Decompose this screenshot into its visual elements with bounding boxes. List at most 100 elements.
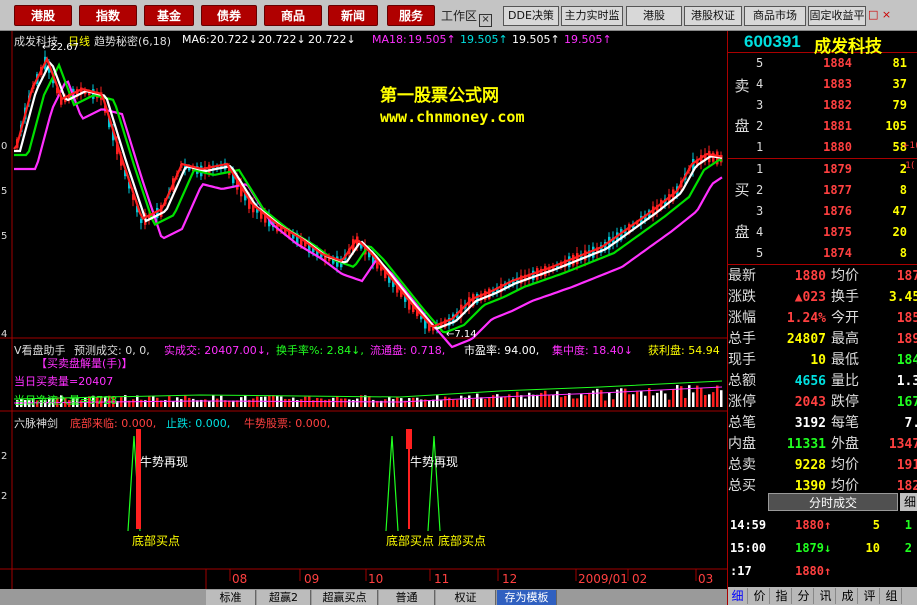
sell-side-label: 卖 bbox=[734, 77, 750, 95]
ma6-value-2: 20.722↓ bbox=[258, 33, 306, 46]
volume-bar bbox=[488, 397, 491, 407]
tab-price[interactable]: 价 bbox=[750, 588, 770, 604]
tab-standard[interactable]: 标准 bbox=[206, 590, 256, 605]
volume-bar bbox=[568, 393, 571, 407]
nav-button-news[interactable]: 新闻 bbox=[328, 5, 378, 26]
price: 1880 bbox=[823, 140, 852, 154]
stat-value: 1872 bbox=[896, 269, 917, 284]
signal-bar bbox=[406, 429, 412, 449]
stat-label: 涨跌 bbox=[728, 289, 756, 305]
buy-row-4[interactable]: 4 1875 20 bbox=[752, 222, 917, 243]
candle-body bbox=[584, 250, 587, 261]
quote-panel: 600391 成发科技 卖 盘 5 1884 81 4 1883 37 3 1882 79 … bbox=[727, 31, 917, 605]
nav-button-dde[interactable]: DDE决策 bbox=[503, 6, 559, 26]
volume-bar bbox=[588, 392, 591, 407]
tab-warrant[interactable]: 权证 bbox=[436, 590, 496, 605]
nav-button-fixed-income[interactable]: 固定收益平 bbox=[808, 6, 866, 26]
volume-bar bbox=[180, 399, 183, 407]
tab-trade[interactable]: 成 bbox=[838, 588, 858, 604]
tab-chaoying2[interactable]: 超赢2 bbox=[257, 590, 311, 605]
workzone-close-icon[interactable]: × bbox=[479, 14, 493, 27]
signal-spike bbox=[427, 435, 441, 532]
buy-row-3[interactable]: 3 1876 47 bbox=[752, 201, 917, 222]
nav-button-hk-stocks[interactable]: 港股 bbox=[14, 5, 72, 26]
vol-pe-label: 市盈率: 94.00, bbox=[464, 344, 540, 357]
volume-bar bbox=[140, 399, 143, 407]
tab-group[interactable]: 组 bbox=[882, 588, 902, 604]
volume-bar bbox=[372, 399, 375, 407]
candle-body bbox=[488, 288, 491, 299]
kline-chart[interactable] bbox=[0, 31, 727, 589]
tab-tick-detail[interactable]: 细 bbox=[900, 493, 917, 511]
tab-chaoying-buy[interactable]: 超赢买点 bbox=[312, 590, 378, 605]
volume-bar bbox=[156, 397, 159, 407]
ma18-label: MA18: bbox=[372, 33, 407, 46]
buy-row-5[interactable]: 5 1874 8 bbox=[752, 243, 917, 264]
workzone-toggle[interactable]: 工作区 × bbox=[441, 6, 499, 27]
sell-row-2[interactable]: 2 1881 105 bbox=[752, 116, 917, 137]
tab-index[interactable]: 指 bbox=[772, 588, 792, 604]
volume-ma-line bbox=[13, 380, 723, 400]
buy-row-2[interactable]: 2 1877 8 bbox=[752, 180, 917, 201]
nav-button-bonds[interactable]: 债券 bbox=[201, 5, 257, 26]
tab-tick-trades[interactable]: 分时成交 bbox=[768, 493, 898, 511]
axis-tick: 0 bbox=[1, 141, 8, 152]
stat-row: 涨跌 ▲023 换手 3.45% bbox=[728, 287, 917, 308]
nav-button-services[interactable]: 服务 bbox=[387, 5, 435, 26]
tab-normal[interactable]: 普通 bbox=[379, 590, 435, 605]
tab-detail[interactable]: 细 bbox=[728, 588, 748, 604]
volume-bar bbox=[544, 390, 547, 407]
high-price-label: ←22.67 bbox=[42, 42, 80, 53]
chart-area[interactable]: 成发科技 日线 趋势秘密(6,18) MA6: 20.722↓ 20.722↓ … bbox=[0, 31, 727, 589]
vol-profit-label: 获利盘: 54.94 bbox=[648, 344, 720, 357]
stat-row: 总笔 3192 每笔 7.8 bbox=[728, 413, 917, 434]
volume: 105 bbox=[885, 119, 907, 133]
nav-button-commodity-market[interactable]: 商品市场 bbox=[744, 6, 806, 26]
buy-row-1[interactable]: 1 1879 2 bbox=[752, 159, 917, 180]
volume-bar bbox=[468, 395, 471, 407]
tab-save-template[interactable]: 存为模板 bbox=[497, 590, 557, 605]
volume-bar bbox=[320, 398, 323, 407]
stat-row: 总卖 9228 均价 1915 bbox=[728, 455, 917, 476]
sell-row-3[interactable]: 3 1882 79 bbox=[752, 95, 917, 116]
ma-green-line bbox=[14, 62, 723, 334]
volume-bar bbox=[460, 395, 463, 407]
volume-bar bbox=[260, 396, 263, 407]
level: 2 bbox=[756, 183, 764, 197]
signal-bottom-3: 底部买点 bbox=[438, 534, 487, 548]
volume: 2 bbox=[899, 162, 907, 176]
vol-float-label: 流通盘: 0.718, bbox=[370, 344, 446, 357]
time-axis-label: 2009/01 bbox=[578, 572, 628, 586]
tab-minute[interactable]: 分 bbox=[794, 588, 814, 604]
volume-bar bbox=[528, 392, 531, 407]
volume-bar bbox=[240, 397, 243, 407]
nav-button-funds[interactable]: 基金 bbox=[144, 5, 194, 26]
volume-bar bbox=[480, 397, 483, 407]
volume-bar bbox=[516, 391, 519, 407]
sell-note: +1( bbox=[902, 141, 917, 151]
tab-news[interactable]: 讯 bbox=[816, 588, 836, 604]
nav-button-hk[interactable]: 港股 bbox=[626, 6, 682, 26]
volume-bar bbox=[384, 399, 387, 407]
volume-bar bbox=[556, 391, 559, 407]
price: 1882 bbox=[823, 98, 852, 112]
time-axis-label: 02 bbox=[632, 572, 648, 586]
volume: 58 bbox=[892, 140, 907, 154]
sell-row-5[interactable]: 5 1884 81 bbox=[752, 53, 917, 74]
bull-stock-label: 牛势股票: 0.000, bbox=[244, 417, 331, 430]
nav-button-commodities[interactable]: 商品 bbox=[264, 5, 322, 26]
volume-bar bbox=[676, 385, 679, 407]
candle-body bbox=[140, 219, 143, 223]
nav-button-index[interactable]: 指数 bbox=[79, 5, 137, 26]
window-controls[interactable]: □ × bbox=[868, 9, 917, 23]
sell-row-1[interactable]: 1 1880 58 bbox=[752, 137, 917, 158]
tab-review[interactable]: 评 bbox=[860, 588, 880, 604]
signal-bull-2: 牛势再现 bbox=[410, 455, 459, 469]
sell-row-4[interactable]: 4 1883 37 bbox=[752, 74, 917, 95]
stat-label: 均价 bbox=[831, 268, 859, 284]
stat-label: 总手 bbox=[728, 331, 756, 347]
nav-button-main-force[interactable]: 主力实时监 bbox=[561, 6, 623, 26]
ma18-value-1: 19.505↑ bbox=[408, 33, 456, 46]
nav-button-hk-warrants[interactable]: 港股权证 bbox=[684, 6, 742, 26]
volume-bar bbox=[436, 395, 439, 407]
